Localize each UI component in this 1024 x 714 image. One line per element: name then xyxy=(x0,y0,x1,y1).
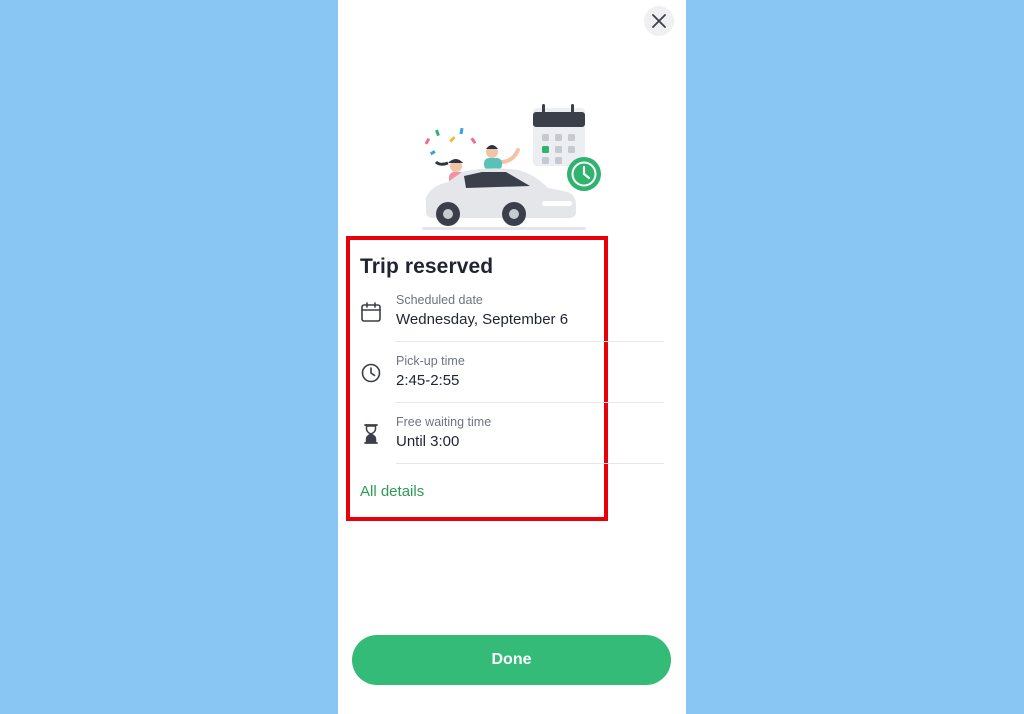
calendar-icon xyxy=(361,302,381,322)
close-button[interactable] xyxy=(644,6,674,36)
pickup-time-row: Pick-up time 2:45-2:55 xyxy=(360,354,664,415)
divider xyxy=(396,463,664,464)
scheduled-date-row: Scheduled date Wednesday, September 6 xyxy=(360,293,664,354)
car-trip-illustration xyxy=(422,104,601,230)
divider xyxy=(396,341,664,342)
trip-reserved-screen: Trip reserved Scheduled date Wednesday, … xyxy=(338,0,686,714)
free-waiting-time-row: Free waiting time Until 3:00 xyxy=(360,415,664,476)
pickup-time-label: Pick-up time xyxy=(396,354,465,368)
free-waiting-time-label: Free waiting time xyxy=(396,415,492,429)
all-details-link[interactable]: All details xyxy=(360,483,424,500)
hourglass-icon xyxy=(364,424,378,444)
done-button[interactable]: Done xyxy=(352,635,671,685)
divider xyxy=(396,402,664,403)
pickup-time-value: 2:45-2:55 xyxy=(396,372,460,389)
scheduled-date-value: Wednesday, September 6 xyxy=(396,311,569,328)
trip-reserved-title: Trip reserved xyxy=(360,255,494,278)
scheduled-date-label: Scheduled date xyxy=(396,293,483,307)
close-icon xyxy=(652,14,666,28)
clock-icon xyxy=(361,363,381,383)
free-waiting-time-value: Until 3:00 xyxy=(396,433,460,450)
